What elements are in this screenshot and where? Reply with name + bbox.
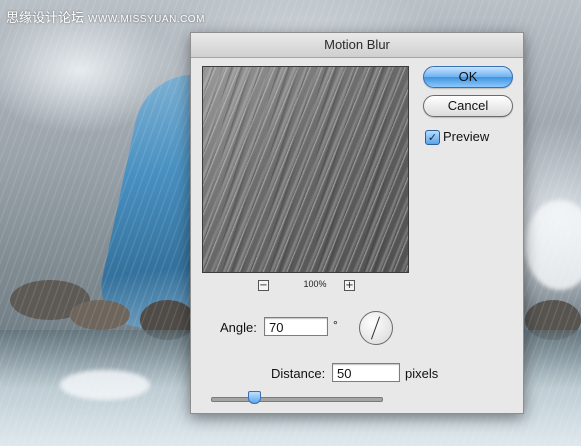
dialog-title[interactable]: Motion Blur [191,33,523,58]
degree-symbol: ° [333,318,338,332]
preview-image[interactable] [202,66,409,273]
zoom-out-button[interactable]: − [258,280,269,291]
distance-input[interactable]: 50 [332,363,400,382]
cancel-button[interactable]: Cancel [423,95,513,117]
zoom-level: 100% [303,279,327,289]
angle-input[interactable]: 70 [264,317,328,336]
preview-checkbox[interactable]: ✓ [425,130,440,145]
preview-label[interactable]: Preview [443,129,489,144]
distance-slider-thumb[interactable] [248,391,261,404]
distance-slider-track[interactable] [211,397,383,402]
distance-label: Distance: [271,366,326,381]
angle-dial-needle [370,316,381,340]
zoom-controls: − 100% + [202,278,409,294]
motion-blur-dialog: Motion Blur − 100% + OK Cancel ✓ Preview… [190,32,524,414]
watermark: 思缘设计论坛 WWW.MISSYUAN.COM [6,7,205,26]
watermark-text: 思缘设计论坛 [6,10,85,25]
watermark-site: WWW.MISSYUAN.COM [88,14,205,25]
distance-unit: pixels [405,366,439,381]
zoom-in-button[interactable]: + [344,280,355,291]
angle-label: Angle: [220,320,257,335]
ok-button[interactable]: OK [423,66,513,88]
angle-dial[interactable] [359,311,393,345]
